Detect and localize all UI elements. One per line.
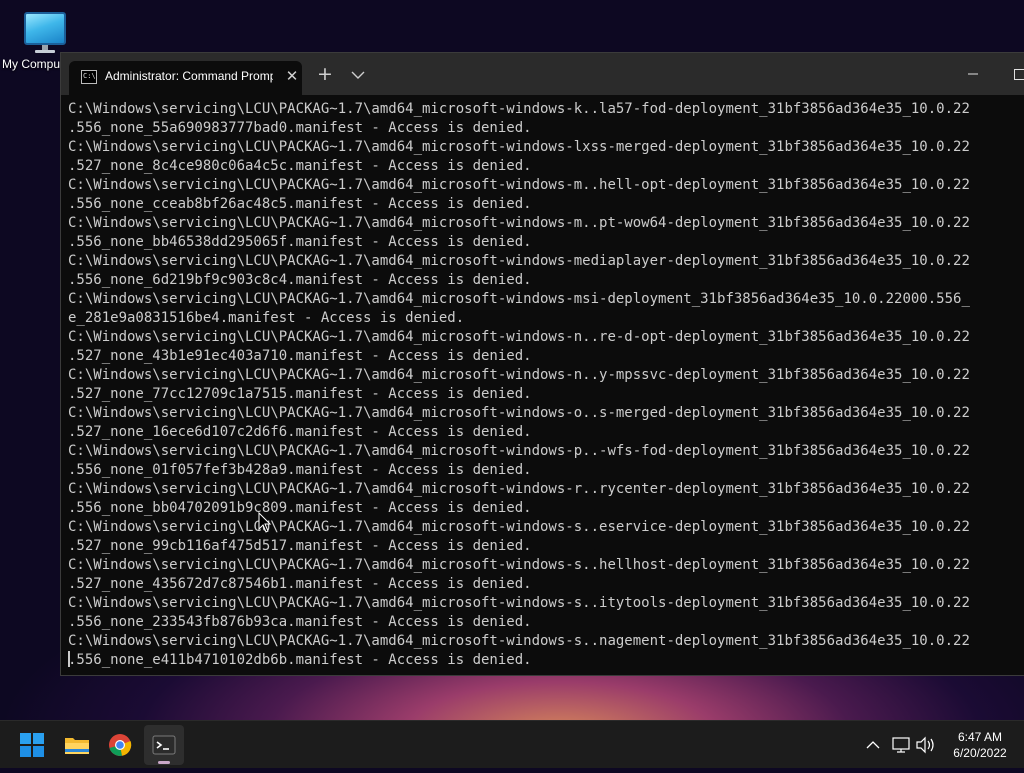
terminal-window: C:\ Administrator: Command Promp ✕ + C:\… <box>60 52 1024 676</box>
close-tab-icon[interactable]: ✕ <box>283 67 301 85</box>
terminal-line: C:\Windows\servicing\LCU\PACKAG~1.7\amd6… <box>68 252 970 271</box>
terminal-line: C:\Windows\servicing\LCU\PACKAG~1.7\amd6… <box>68 328 970 347</box>
active-indicator <box>158 761 170 764</box>
terminal-line: C:\Windows\servicing\LCU\PACKAG~1.7\amd6… <box>68 138 970 157</box>
computer-icon <box>8 8 68 60</box>
taskbar: 6:47 AM 6/20/2022 <box>0 720 1024 768</box>
chrome-icon <box>108 733 132 757</box>
chevron-up-icon[interactable] <box>862 721 884 769</box>
minimize-icon[interactable] <box>961 65 985 83</box>
terminal-line: C:\Windows\servicing\LCU\PACKAG~1.7\amd6… <box>68 176 970 195</box>
terminal-line: e_281e9a0831516be4.manifest - Access is … <box>68 309 464 328</box>
terminal-icon <box>152 733 176 757</box>
tab-dropdown-icon[interactable] <box>348 65 368 85</box>
maximize-icon[interactable] <box>1007 65 1024 83</box>
network-icon[interactable] <box>890 721 912 769</box>
folder-icon <box>64 733 90 757</box>
terminal-line: C:\Windows\servicing\LCU\PACKAG~1.7\amd6… <box>68 556 970 575</box>
terminal-line: C:\Windows\servicing\LCU\PACKAG~1.7\amd6… <box>68 366 970 385</box>
terminal-line: .527_none_77cc12709c1a7515.manifest - Ac… <box>68 385 532 404</box>
terminal-line: C:\Windows\servicing\LCU\PACKAG~1.7\amd6… <box>68 518 970 537</box>
tab-title: Administrator: Command Promp <box>105 69 273 83</box>
terminal-line: .556_none_233543fb876b93ca.manifest - Ac… <box>68 613 532 632</box>
terminal-line: C:\Windows\servicing\LCU\PACKAG~1.7\amd6… <box>68 632 970 651</box>
terminal-line: C:\Windows\servicing\LCU\PACKAG~1.7\amd6… <box>68 214 970 233</box>
new-tab-icon[interactable]: + <box>315 64 335 84</box>
terminal-line: .527_none_16ece6d107c2d6f6.manifest - Ac… <box>68 423 532 442</box>
terminal-line: C:\Windows\servicing\LCU\PACKAG~1.7\amd6… <box>68 290 970 309</box>
start-button[interactable] <box>12 725 52 765</box>
terminal-line: .556_none_bb04702091b9c809.manifest - Ac… <box>68 499 532 518</box>
mouse-pointer-icon <box>258 512 272 534</box>
clock[interactable]: 6:47 AM 6/20/2022 <box>940 729 1020 761</box>
clock-date: 6/20/2022 <box>940 745 1020 761</box>
terminal-line: C:\Windows\servicing\LCU\PACKAG~1.7\amd6… <box>68 594 970 613</box>
terminal-line: .556_none_bb46538dd295065f.manifest - Ac… <box>68 233 532 252</box>
terminal-button[interactable] <box>144 725 184 765</box>
chrome-button[interactable] <box>100 725 140 765</box>
terminal-line: C:\Windows\servicing\LCU\PACKAG~1.7\amd6… <box>68 404 970 423</box>
file-explorer-button[interactable] <box>56 725 96 765</box>
terminal-line: .556_none_01f057fef3b428a9.manifest - Ac… <box>68 461 532 480</box>
terminal-line: C:\Windows\servicing\LCU\PACKAG~1.7\amd6… <box>68 480 970 499</box>
terminal-line: .556_none_e411b4710102db6b.manifest - Ac… <box>68 651 532 670</box>
terminal-line: C:\Windows\servicing\LCU\PACKAG~1.7\amd6… <box>68 100 970 119</box>
volume-icon[interactable] <box>914 721 938 769</box>
text-cursor <box>68 651 70 667</box>
terminal-output[interactable]: C:\Windows\servicing\LCU\PACKAG~1.7\amd6… <box>61 95 1024 675</box>
terminal-line: .556_none_6d219bf9c903c8c4.manifest - Ac… <box>68 271 532 290</box>
terminal-line: .527_none_8c4ce980c06a4c5c.manifest - Ac… <box>68 157 532 176</box>
terminal-line: C:\Windows\servicing\LCU\PACKAG~1.7\amd6… <box>68 442 970 461</box>
terminal-line: .527_none_99cb116af475d517.manifest - Ac… <box>68 537 532 556</box>
terminal-line: .527_none_435672d7c87546b1.manifest - Ac… <box>68 575 532 594</box>
desktop-icon-label: My Compu <box>2 57 60 71</box>
tab-command-prompt[interactable]: C:\ Administrator: Command Promp ✕ <box>69 61 302 95</box>
terminal-line: .556_none_55a690983777bad0.manifest - Ac… <box>68 119 532 138</box>
terminal-line: .527_none_43b1e91ec403a710.manifest - Ac… <box>68 347 532 366</box>
terminal-line: .556_none_cceab8bf26ac48c5.manifest - Ac… <box>68 195 532 214</box>
title-bar[interactable]: C:\ Administrator: Command Promp ✕ + <box>61 53 1024 95</box>
clock-time: 6:47 AM <box>940 729 1020 745</box>
cmd-icon: C:\ <box>81 70 97 84</box>
windows-logo-icon <box>20 733 44 757</box>
